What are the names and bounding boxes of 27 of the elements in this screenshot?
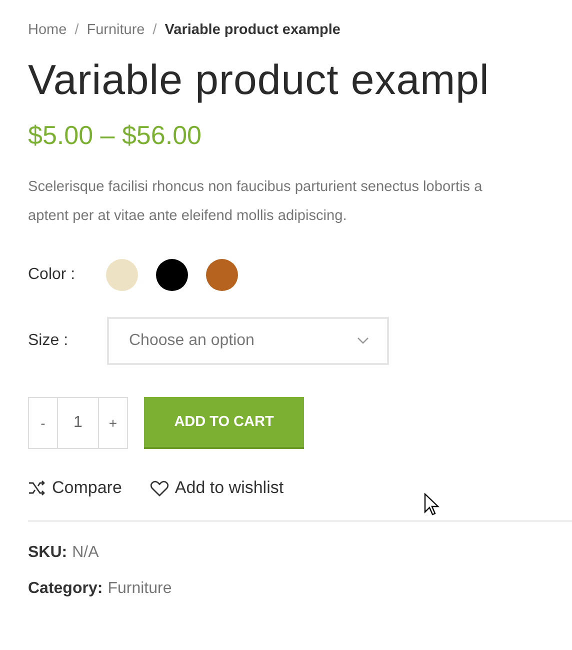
- breadcrumb-current: Variable product example: [164, 22, 340, 38]
- size-label: Size :: [28, 332, 70, 350]
- description-line: Scelerisque facilisi rhoncus non faucibus parturient senectus lobortis a: [28, 178, 484, 197]
- meta-value: N/A: [72, 544, 99, 562]
- breadcrumb-separator: /: [74, 22, 79, 38]
- mouse-cursor-icon: [424, 493, 440, 517]
- quantity-field[interactable]: 1: [57, 398, 99, 448]
- color-swatch[interactable]: [106, 259, 138, 291]
- quantity-stepper[interactable]: - 1 +: [28, 397, 128, 449]
- color-swatch[interactable]: [206, 259, 238, 291]
- compare-link[interactable]: Compare: [28, 478, 122, 498]
- wishlist-link[interactable]: Add to wishlist: [150, 478, 284, 498]
- breadcrumb-link[interactable]: Home: [28, 22, 67, 38]
- meta-label: Category:: [28, 580, 103, 598]
- heart-icon: [150, 480, 169, 496]
- description-line: aptent per at vitae ante eleifend mollis adipiscing.: [28, 207, 348, 226]
- size-dropdown[interactable]: Choose an option: [107, 317, 389, 365]
- breadcrumb-link[interactable]: Furniture: [86, 22, 145, 38]
- chevron-down-icon: [357, 337, 369, 345]
- breadcrumb-separator: /: [152, 22, 157, 38]
- meta-label: SKU:: [28, 544, 68, 562]
- color-swatch[interactable]: [156, 259, 188, 291]
- color-label: Color :: [28, 266, 76, 284]
- price-range: $5.00 – $56.00: [28, 120, 202, 151]
- meta-value: Furniture: [108, 580, 172, 598]
- shuffle-icon: [28, 480, 46, 496]
- product-title: Variable product exampl: [28, 56, 490, 104]
